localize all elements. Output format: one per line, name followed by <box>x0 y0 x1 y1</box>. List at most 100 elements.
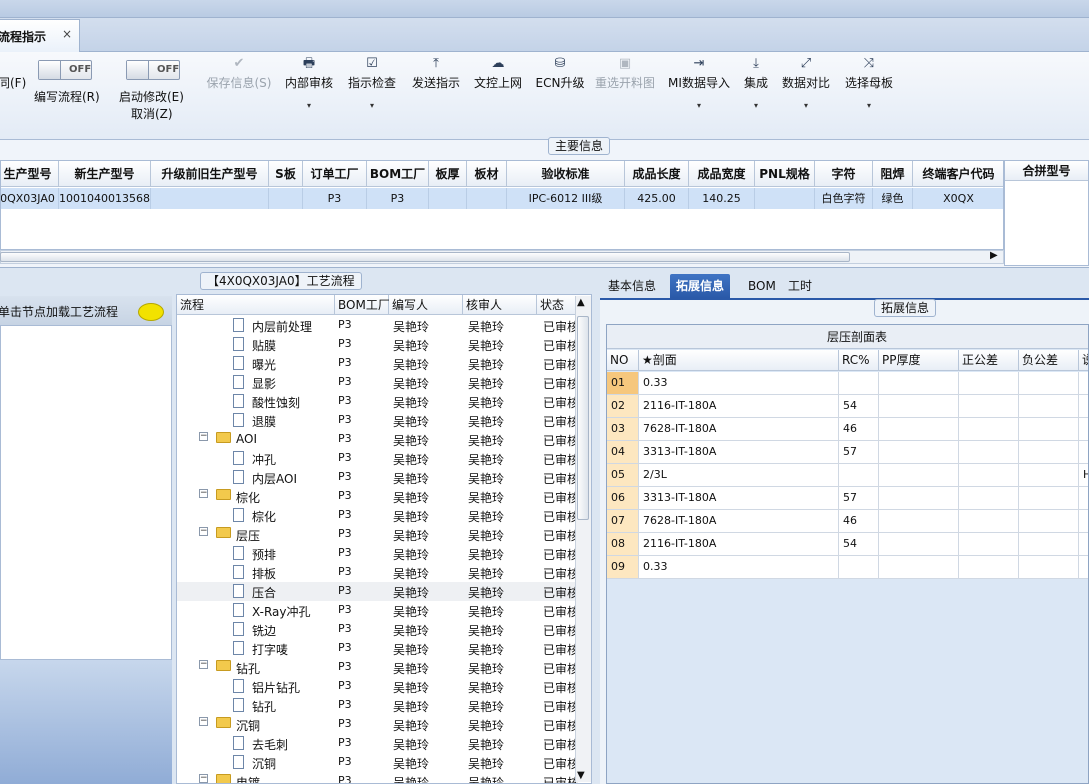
grid-cell[interactable]: P3 <box>367 188 429 209</box>
lamination-cell[interactable] <box>1019 487 1079 509</box>
lamination-cell[interactable] <box>1019 464 1079 486</box>
tab-detail-3[interactable]: 工时 <box>782 274 818 298</box>
tab-flow-indicator[interactable]: 流程指示 × <box>0 19 80 52</box>
lamination-cell[interactable] <box>879 464 959 486</box>
grid-cell[interactable]: 425.00 <box>625 188 689 209</box>
lamination-col-header[interactable]: 正公差 <box>959 350 1019 371</box>
col-header[interactable]: 阻焊 <box>873 161 913 187</box>
grid-cell[interactable]: P3 <box>303 188 367 209</box>
data-compare-button[interactable]: ⤢ 数据对比 ▾ <box>780 52 832 140</box>
lamination-cell[interactable]: 7628-IT-180A <box>639 510 839 532</box>
col-header[interactable]: 终端客户代码 <box>913 161 1003 187</box>
lamination-cell[interactable] <box>1019 510 1079 532</box>
tree-col-header[interactable]: BOM工厂 <box>335 295 390 315</box>
lamination-cell[interactable] <box>1079 372 1088 394</box>
lamination-cell[interactable]: 08 <box>607 533 639 555</box>
lamination-cell[interactable] <box>879 372 959 394</box>
tab-detail-2[interactable]: BOM <box>742 274 782 298</box>
lamination-cell[interactable] <box>839 372 879 394</box>
scrollbar-thumb[interactable] <box>0 252 850 262</box>
lamination-cell[interactable] <box>879 556 959 578</box>
lamination-cell[interactable] <box>1079 441 1088 463</box>
send-indicator-button[interactable]: ⤒ 发送指示 <box>410 52 462 140</box>
tree-row[interactable]: 钻孔 P3 吴艳玲 吴艳玲 已审核 <box>177 696 579 715</box>
grid-cell[interactable] <box>269 188 303 209</box>
tree-row[interactable]: 排板 P3 吴艳玲 吴艳玲 已审核 <box>177 563 579 582</box>
tree-row[interactable]: 退膜 P3 吴艳玲 吴艳玲 已审核 <box>177 411 579 430</box>
chevron-down-icon[interactable]: ▾ <box>284 101 334 110</box>
tree-row[interactable]: − 棕化 P3 吴艳玲 吴艳玲 已审核 <box>177 487 579 506</box>
col-header[interactable]: 新生产型号 <box>59 161 151 187</box>
start-modify-toggle[interactable]: OFF <box>126 60 180 80</box>
col-header[interactable]: S板 <box>269 161 303 187</box>
lamination-cell[interactable]: 54 <box>839 533 879 555</box>
tree-col-header[interactable]: 核审人 <box>463 295 537 315</box>
lamination-cell[interactable] <box>879 441 959 463</box>
tree-row[interactable]: 沉铜 P3 吴艳玲 吴艳玲 已审核 <box>177 753 579 772</box>
lamination-cell[interactable] <box>879 487 959 509</box>
lamination-cell[interactable] <box>1019 441 1079 463</box>
tree-row[interactable]: − 层压 P3 吴艳玲 吴艳玲 已审核 <box>177 525 579 544</box>
tree-row[interactable]: − AOI P3 吴艳玲 吴艳玲 已审核 <box>177 430 579 449</box>
collapse-icon[interactable]: − <box>199 774 208 783</box>
comment-bubble-icon[interactable] <box>138 303 164 321</box>
lamination-cell[interactable]: H <box>1079 464 1088 486</box>
col-header[interactable]: 生产型号 <box>1 161 59 187</box>
close-icon[interactable]: × <box>62 27 72 41</box>
lamination-col-header[interactable]: 说 <box>1079 350 1088 371</box>
select-mother-button[interactable]: ⤨ 选择母板 ▾ <box>843 52 895 140</box>
lamination-cell[interactable] <box>959 533 1019 555</box>
lamination-cell[interactable]: 07 <box>607 510 639 532</box>
lamination-cell[interactable]: 02 <box>607 395 639 417</box>
col-header[interactable]: 板厚 <box>429 161 467 187</box>
cancel-modify-label[interactable]: 取消(Z) <box>131 105 173 122</box>
lamination-cell[interactable]: 04 <box>607 441 639 463</box>
lamination-row[interactable]: 03 7628-IT-180A 46 <box>607 418 1088 441</box>
lamination-row[interactable]: 01 0.33 <box>607 372 1088 395</box>
lamination-row[interactable]: 08 2116-IT-180A 54 <box>607 533 1088 556</box>
collapse-icon[interactable]: − <box>199 717 208 726</box>
grid-cell[interactable]: 10010400135689 <box>59 188 151 209</box>
grid-cell[interactable]: 0QX03JA0 <box>1 188 59 209</box>
lamination-cell[interactable] <box>1019 533 1079 555</box>
lamination-cell[interactable] <box>959 372 1019 394</box>
scroll-up-icon[interactable]: ▲ <box>577 297 585 308</box>
lamination-cell[interactable] <box>959 418 1019 440</box>
tree-row[interactable]: 显影 P3 吴艳玲 吴艳玲 已审核 <box>177 373 579 392</box>
lamination-cell[interactable]: 46 <box>839 418 879 440</box>
lamination-cell[interactable] <box>1079 510 1088 532</box>
tree-row[interactable]: X-Ray冲孔 P3 吴艳玲 吴艳玲 已审核 <box>177 601 579 620</box>
lamination-cell[interactable]: 2116-IT-180A <box>639 533 839 555</box>
tree-row[interactable]: 打字唛 P3 吴艳玲 吴艳玲 已审核 <box>177 639 579 658</box>
lamination-cell[interactable] <box>959 487 1019 509</box>
internal-review-button[interactable]: 🖶 内部审核 ▾ <box>284 52 334 140</box>
tree-row[interactable]: 铝片钻孔 P3 吴艳玲 吴艳玲 已审核 <box>177 677 579 696</box>
lamination-cell[interactable] <box>879 510 959 532</box>
lamination-cell[interactable] <box>1079 533 1088 555</box>
tree-row[interactable]: 酸性蚀刻 P3 吴艳玲 吴艳玲 已审核 <box>177 392 579 411</box>
collapse-icon[interactable]: − <box>199 660 208 669</box>
col-header[interactable]: 成品长度 <box>625 161 689 187</box>
lamination-cell[interactable]: 05 <box>607 464 639 486</box>
lamination-cell[interactable]: 0.33 <box>639 372 839 394</box>
chevron-down-icon[interactable]: ▾ <box>740 101 772 110</box>
mi-import-button[interactable]: ⇥ MI数据导入 ▾ <box>666 52 732 140</box>
col-header[interactable]: 订单工厂 <box>303 161 367 187</box>
grid-cell[interactable] <box>467 188 507 209</box>
col-header[interactable]: 验收标准 <box>507 161 625 187</box>
tree-row[interactable]: 压合 P3 吴艳玲 吴艳玲 已审核 <box>177 582 579 601</box>
lamination-cell[interactable] <box>959 395 1019 417</box>
grid-cell[interactable]: 绿色 <box>873 188 913 209</box>
lamination-cell[interactable]: 3313-IT-180A <box>639 487 839 509</box>
tree-row[interactable]: − 钻孔 P3 吴艳玲 吴艳玲 已审核 <box>177 658 579 677</box>
lamination-cell[interactable]: 2/3L <box>639 464 839 486</box>
lamination-cell[interactable]: 03 <box>607 418 639 440</box>
lamination-cell[interactable] <box>839 556 879 578</box>
lamination-col-header[interactable]: PP厚度 <box>879 350 959 371</box>
grid-cell[interactable] <box>151 188 269 209</box>
lamination-cell[interactable]: 09 <box>607 556 639 578</box>
lamination-row[interactable]: 052/3L H <box>607 464 1088 487</box>
save-info-button[interactable]: ✔ 保存信息(S) <box>206 52 272 140</box>
col-header[interactable]: BOM工厂 <box>367 161 429 187</box>
lamination-row[interactable]: 07 7628-IT-180A 46 <box>607 510 1088 533</box>
